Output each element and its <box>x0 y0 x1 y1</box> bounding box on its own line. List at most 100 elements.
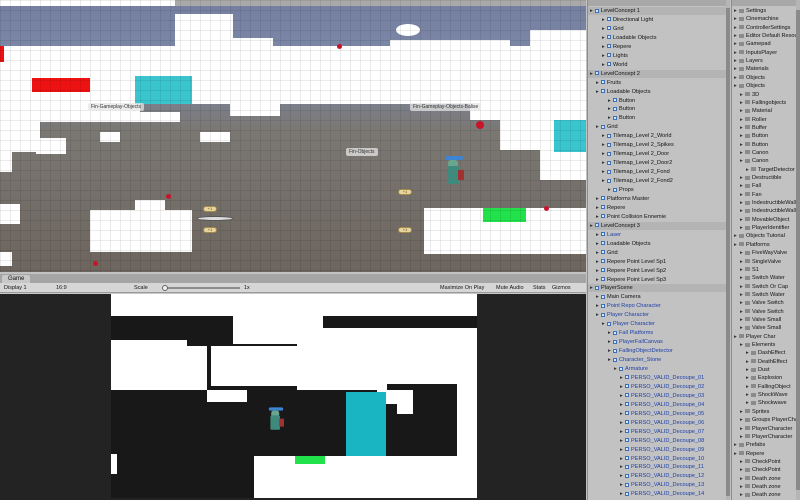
hierarchy-row[interactable]: ▸ Tilemap_Level 2_World <box>588 132 671 140</box>
project-row[interactable]: ▸ Layers <box>732 57 763 65</box>
hierarchy-row[interactable]: ▸ Character_Stone <box>588 356 661 364</box>
hierarchy-row[interactable]: ▸ Grid <box>588 123 618 131</box>
project-row[interactable]: ▸ Switch Water <box>732 291 785 299</box>
hierarchy-row[interactable]: ▸ PERSO_VALID_Decoupe_10 <box>588 455 704 463</box>
project-row[interactable]: ▸ Buffer <box>732 124 767 132</box>
hierarchy-row[interactable]: ▸ LevelConcept 2 <box>588 69 730 78</box>
hierarchy-row[interactable]: ▸ Point Repo Character <box>588 302 661 310</box>
hierarchy-row[interactable]: ▸ Tilemap_Level 2_Fond2 <box>588 177 673 185</box>
project-row[interactable]: ▸ Canon <box>732 149 768 157</box>
gizmos-dropdown[interactable]: Gizmos <box>552 283 571 293</box>
hierarchy-row[interactable]: ▸ Loadable Objects <box>588 34 657 42</box>
hierarchy-row[interactable]: ▸ Directional Light <box>588 16 653 24</box>
project-row[interactable]: ▸ Canon <box>732 157 768 165</box>
hierarchy-row[interactable]: ▸ Button <box>588 105 635 113</box>
coin-pickup[interactable]: +1 <box>398 227 412 233</box>
hierarchy-row[interactable]: ▸ PERSO_VALID_Decoupe_02 <box>588 383 704 391</box>
hierarchy-row[interactable]: ▸ Player Character <box>588 320 655 328</box>
game-view[interactable] <box>0 294 586 500</box>
hierarchy-row[interactable]: ▸ FallingObjectDetector <box>588 347 673 355</box>
mute-audio-toggle[interactable]: Mute Audio <box>496 283 524 293</box>
hierarchy-row[interactable]: ▸ Armature <box>588 365 648 373</box>
hierarchy-row[interactable]: ▸ Grid <box>588 25 624 33</box>
hierarchy-row[interactable]: ▸ Repere <box>588 43 631 51</box>
hierarchy-row[interactable]: ▸ Lights <box>588 52 628 60</box>
hierarchy-row[interactable]: ▸ Tilemap_Level 2_Door2 <box>588 159 672 167</box>
project-row[interactable]: ▸ Repere <box>732 450 764 458</box>
project-row[interactable]: ▸ Button <box>732 132 768 140</box>
hierarchy-row[interactable]: ▸ PERSO_VALID_Decoupe_07 <box>588 428 704 436</box>
project-row[interactable]: ▸ IndestructibleWall <box>732 207 796 215</box>
project-row[interactable]: ▸ Switch Or Cap <box>732 283 788 291</box>
project-row[interactable]: ▸Editor Default Resources <box>732 32 800 40</box>
hierarchy-row[interactable]: ▸ Props <box>588 186 634 194</box>
project-row[interactable]: ▸ Platforms <box>732 241 770 249</box>
coin-pickup[interactable]: +1 <box>203 206 217 212</box>
hierarchy-row[interactable]: ▸ PlayerFallCanvas <box>588 338 663 346</box>
coin-pickup[interactable]: +1 <box>203 227 217 233</box>
scale-slider-thumb[interactable] <box>162 285 168 291</box>
project-row[interactable]: ▸ Valve Switch <box>732 308 784 316</box>
project-row[interactable]: ▸ Valve Small <box>732 316 781 324</box>
hierarchy-row[interactable]: ▸ Repere Point Level Sp1 <box>588 258 666 266</box>
hierarchy-row[interactable]: ▸ Tilemap_Level 2_Door <box>588 150 669 158</box>
hierarchy-row[interactable]: ▸ PERSO_VALID_Decoupe_06 <box>588 419 704 427</box>
project-row[interactable]: ▸ Fall <box>732 182 761 190</box>
project-row[interactable]: ▸ SingleValve <box>732 258 781 266</box>
project-row[interactable]: ▸ Death zone <box>732 483 781 491</box>
hierarchy-row[interactable]: ▸ Tilemap_Level 2_Spikes <box>588 141 674 149</box>
hierarchy-row[interactable]: ▸ Laser <box>588 231 621 239</box>
hierarchy-row[interactable]: ▸ Fruits <box>588 79 621 87</box>
hierarchy-row[interactable]: ▸ Platforms Master <box>588 195 649 203</box>
project-row[interactable]: ▸ MovableObject <box>732 216 789 224</box>
player-character-sprite[interactable] <box>444 156 464 190</box>
hierarchy-row[interactable]: ▸ Button <box>588 97 635 105</box>
tab-game[interactable]: Game <box>2 275 31 283</box>
scene-object-label[interactable]: Fin-Gameplay-Objects-Balise <box>410 103 482 111</box>
scene-view[interactable]: Fin-Gameplay-Objects Fin-Gameplay-Object… <box>0 0 586 272</box>
hierarchy-row[interactable]: ▸ Player Character <box>588 311 649 319</box>
project-row[interactable]: ▸ Settings <box>732 7 766 15</box>
project-row[interactable]: ▸ Elements <box>732 341 775 349</box>
coin-pickup[interactable]: +1 <box>398 189 412 195</box>
project-row[interactable]: ▸ PlayerCharacter <box>732 425 792 433</box>
project-row[interactable]: ▸ Objects <box>732 82 765 90</box>
project-row[interactable]: ▸ CheckPoint <box>732 458 781 466</box>
hierarchy-row[interactable]: ▸ LevelConcept 1 <box>588 7 730 15</box>
moving-platform[interactable] <box>197 216 233 221</box>
project-row[interactable]: ▸ DashEffect <box>732 349 785 357</box>
scale-slider[interactable] <box>165 287 240 289</box>
project-row[interactable]: ▸Groups PlayerCharacter <box>732 416 800 424</box>
game-canvas[interactable] <box>111 294 477 498</box>
project-row[interactable]: ▸ CheckPoint <box>732 466 781 474</box>
hierarchy-row[interactable]: ▸ LevelConcept 3 <box>588 221 730 230</box>
project-row[interactable]: ▸ 3D <box>732 91 759 99</box>
project-row[interactable]: ▸ Fan <box>732 191 762 199</box>
gizmo-icon[interactable] <box>476 121 484 129</box>
hierarchy-row[interactable]: ▸ PERSO_VALID_Decoupe_03 <box>588 392 704 400</box>
project-row[interactable]: ▸ Explosion <box>732 374 782 382</box>
project-row[interactable]: ▸ Dust <box>732 366 770 374</box>
hierarchy-row[interactable]: ▸ Loadable Objects <box>588 240 651 248</box>
hierarchy-row[interactable]: ▸ Repere <box>588 204 625 212</box>
project-row[interactable]: ▸ ShockWave <box>732 391 788 399</box>
hierarchy-row[interactable]: ▸ Point Collision Ennemie <box>588 213 666 221</box>
hierarchy-row[interactable]: ▸ PERSO_VALID_Decoupe_09 <box>588 446 704 454</box>
project-row[interactable]: ▸ FiveWayValve <box>732 249 787 257</box>
project-scrollbar[interactable] <box>796 0 800 500</box>
hierarchy-row[interactable]: ▸ PERSO_VALID_Decoupe_04 <box>588 401 704 409</box>
project-row[interactable]: ▸ Prefabs <box>732 441 765 449</box>
hierarchy-row[interactable]: ▸ Button <box>588 114 635 122</box>
project-row[interactable]: ▸ Material <box>732 107 772 115</box>
hierarchy-row[interactable]: ▸ Repere Point Level Sp2 <box>588 267 666 275</box>
hierarchy-row[interactable]: ▸ PERSO_VALID_Decoupe_13 <box>588 481 704 489</box>
hierarchy-panel[interactable]: ▸ LevelConcept 1 ▸ Directional Light ▸ Grid ▸ L… <box>587 0 730 500</box>
spawn-marker[interactable] <box>337 44 342 49</box>
hierarchy-row[interactable]: ▸ Grid <box>588 249 618 257</box>
project-row[interactable]: ▸ IndestructibleWall <box>732 199 796 207</box>
maximize-on-play-toggle[interactable]: Maximize On Play <box>440 283 484 293</box>
project-row[interactable]: ▸ S1 <box>732 266 759 274</box>
hierarchy-row[interactable]: ▸ PlayerScene <box>588 284 730 293</box>
project-row[interactable]: ▸ Fallingobjects <box>732 99 786 107</box>
project-row[interactable]: ▸ DeathEffect <box>732 358 787 366</box>
